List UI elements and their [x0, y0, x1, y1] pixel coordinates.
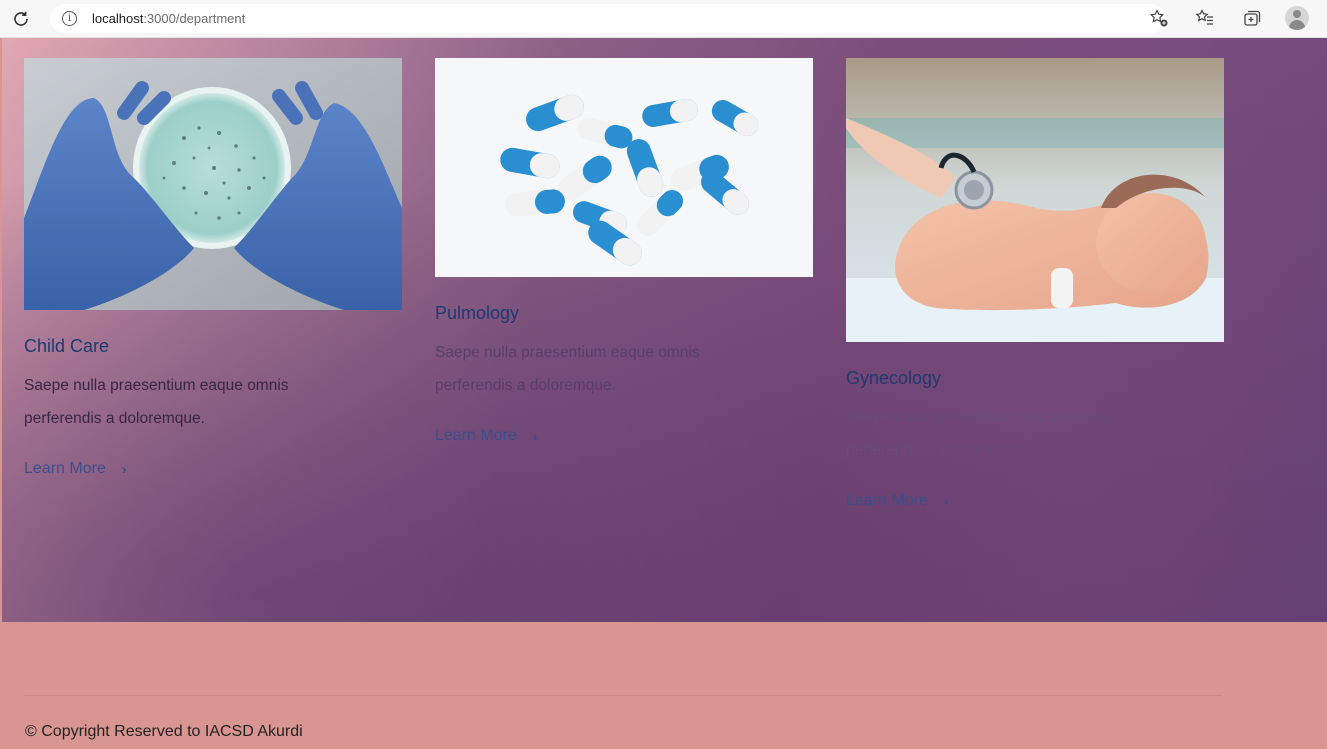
- reload-icon[interactable]: [10, 8, 32, 30]
- favorites-icon[interactable]: [1193, 6, 1217, 30]
- url-host: localhost: [92, 11, 144, 26]
- learn-more-label: Learn More: [435, 427, 517, 444]
- chevron-right-icon: ›: [943, 493, 949, 509]
- footer-divider: [24, 695, 1222, 696]
- address-bar[interactable]: i localhost :3000/department: [50, 4, 1166, 33]
- browser-toolbar: i localhost :3000/department: [0, 0, 1327, 38]
- department-image-petri-dish: [24, 58, 402, 310]
- chevron-right-icon: ›: [121, 461, 127, 477]
- department-card-child-care: Child Care Saepe nulla praesentium eaque…: [24, 58, 402, 477]
- url-path: :3000/department: [143, 11, 246, 26]
- info-icon[interactable]: i: [62, 11, 77, 26]
- learn-more-label: Learn More: [846, 492, 928, 509]
- add-favorite-icon[interactable]: [1147, 6, 1171, 30]
- chevron-right-icon: ›: [532, 428, 538, 444]
- copyright-text: © Copyright Reserved to IACSD Akurdi: [25, 723, 303, 740]
- departments-section: Child Care Saepe nulla praesentium eaque…: [2, 38, 1327, 622]
- department-title: Gynecology: [846, 368, 942, 388]
- learn-more-link[interactable]: Learn More ›: [24, 460, 127, 478]
- profile-avatar-icon[interactable]: [1285, 6, 1309, 30]
- department-card-gynecology: Gynecology Saepe nulla praesentium eaque…: [846, 58, 1224, 509]
- learn-more-link[interactable]: Learn More ›: [846, 492, 949, 510]
- department-description: Saepe nulla praesentium eaque omnis perf…: [24, 377, 289, 427]
- department-image-newborn: [846, 58, 1224, 342]
- learn-more-label: Learn More: [24, 460, 106, 477]
- department-card-pulmology: Pulmology Saepe nulla praesentium eaque …: [435, 58, 813, 444]
- collections-icon[interactable]: [1239, 6, 1263, 30]
- department-description: Saepe nulla praesentium eaque omnis perf…: [846, 409, 1111, 459]
- department-title: Pulmology: [435, 303, 520, 323]
- department-title: Child Care: [24, 336, 110, 356]
- browser-toolbar-icons: [1147, 6, 1309, 30]
- department-description: Saepe nulla praesentium eaque omnis perf…: [435, 344, 700, 394]
- footer: © Copyright Reserved to IACSD Akurdi: [0, 622, 1327, 749]
- learn-more-link[interactable]: Learn More ›: [435, 427, 538, 445]
- department-image-capsules: [435, 58, 813, 277]
